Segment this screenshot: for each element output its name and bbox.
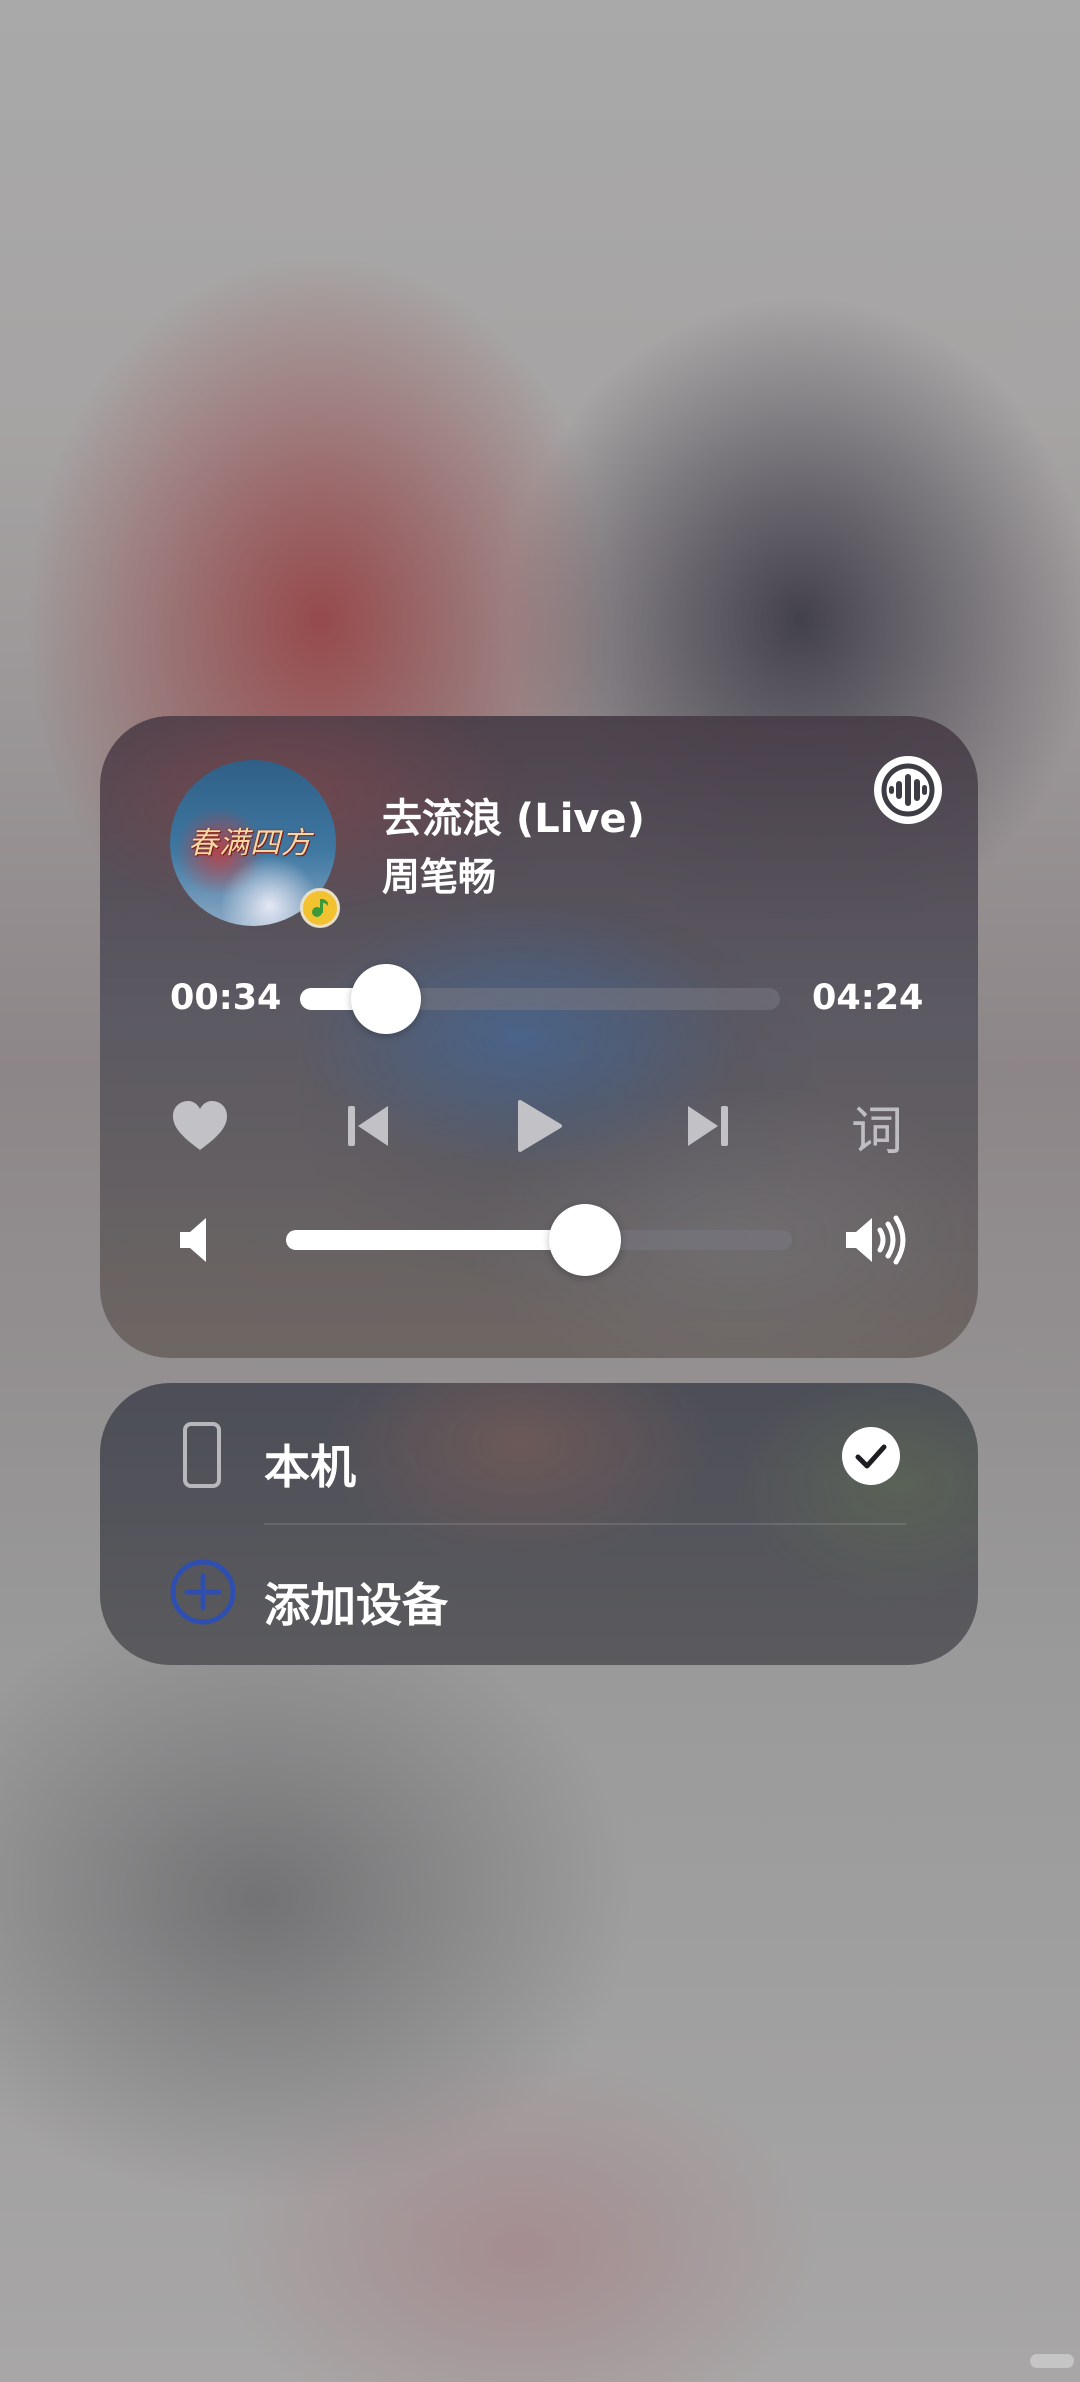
total-time: 04:24 [812, 978, 924, 1018]
device-divider [264, 1523, 906, 1525]
lyrics-button[interactable]: 词 [837, 1086, 917, 1166]
volume-slider[interactable] [286, 1204, 792, 1276]
skip-previous-icon [348, 1106, 388, 1146]
device-row-local[interactable]: 本机 [100, 1403, 978, 1513]
output-device-panel: 本机 添加设备 [100, 1383, 978, 1665]
sound-wave-icon[interactable] [872, 754, 944, 826]
plus-circle-icon [170, 1559, 236, 1625]
like-button[interactable] [160, 1086, 240, 1166]
album-art[interactable]: 春满四方 [170, 760, 340, 928]
heart-icon [173, 1101, 227, 1150]
current-time: 00:34 [170, 978, 282, 1018]
lyrics-label: 词 [850, 1101, 903, 1162]
album-art-title: 春满四方 [188, 826, 312, 861]
device-label-add: 添加设备 [264, 1578, 448, 1632]
artist-name: 周笔畅 [382, 855, 497, 899]
progress-slider[interactable] [300, 964, 780, 1034]
device-label-local: 本机 [264, 1440, 356, 1494]
volume-high-icon [844, 1212, 910, 1268]
play-icon [518, 1100, 562, 1152]
progress-knob[interactable] [351, 964, 422, 1034]
previous-button[interactable] [328, 1086, 408, 1166]
song-title: 去流浪 (Live) [382, 796, 645, 842]
play-button[interactable] [499, 1086, 579, 1166]
home-indicator[interactable] [1030, 2354, 1074, 2368]
phone-icon [182, 1421, 222, 1489]
volume-low-icon [176, 1212, 232, 1268]
volume-fill [286, 1230, 585, 1250]
skip-next-icon [688, 1106, 728, 1146]
volume-knob[interactable] [548, 1204, 621, 1276]
next-button[interactable] [668, 1086, 748, 1166]
media-player-panel: 春满四方 去流浪 (Live) 周笔畅 00:34 04:24 词 [100, 716, 978, 1358]
check-icon [842, 1427, 900, 1485]
music-app-badge-icon [300, 888, 340, 928]
add-device-button[interactable]: 添加设备 [100, 1541, 978, 1651]
